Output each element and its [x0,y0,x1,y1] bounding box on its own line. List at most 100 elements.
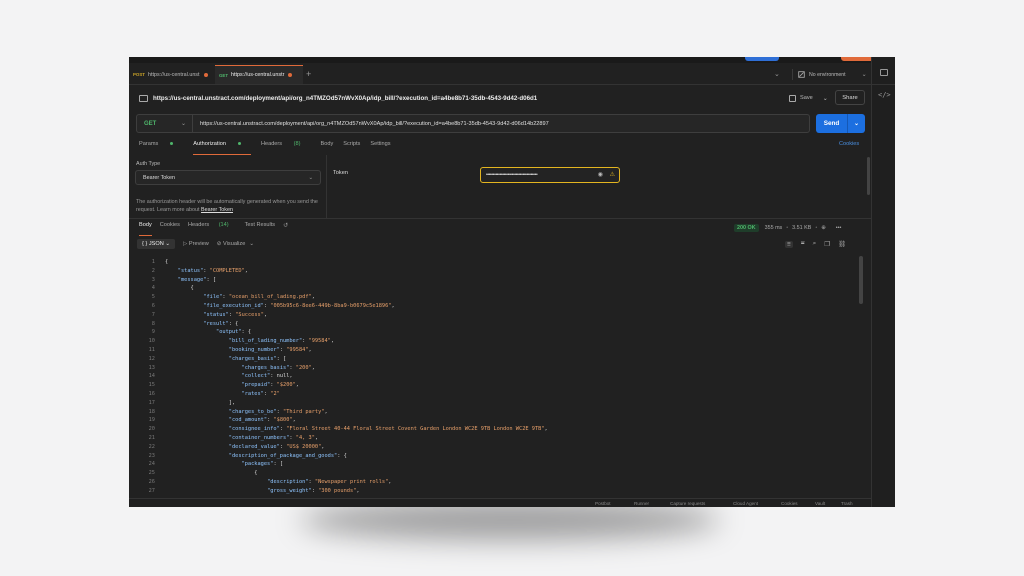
code-line: 3 "message": [ [129,276,865,285]
line-content: "output": { [216,329,252,336]
environment-quick-look-icon[interactable] [880,69,888,76]
line-content: { [165,470,258,477]
share-button[interactable]: Share [835,90,865,105]
code-line: 23 "description_of_package_and_goods": { [129,452,865,461]
copy-icon[interactable]: ❐ [824,240,830,248]
chevron-down-icon[interactable]: ⌄ [823,95,828,102]
link-icon[interactable]: ⛓ [838,240,846,248]
tab-response-body[interactable]: Body [139,222,152,236]
line-content: "collect": null, [241,373,293,380]
eye-icon[interactable]: ◉ [598,171,603,178]
chevron-down-icon[interactable]: ⌄ [774,70,780,78]
method-selector[interactable]: GET ⌄ [137,115,193,132]
line-content: "prepaid": "$200", [241,382,299,389]
visualize-button[interactable]: ⊘ Visualize [217,241,246,247]
line-content: "charges_basis": "200", [241,364,315,371]
line-content: "file_execution_id": "005b95c6-8ee6-449b… [203,303,395,309]
tab-authorization-label: Authorization [193,141,226,147]
tab-test-results[interactable]: Test Results [245,222,275,233]
line-number: 19 [148,417,155,424]
chevron-down-icon[interactable]: ⌄ [249,241,254,247]
footer-cloud-agent[interactable]: Cloud Agent [733,501,758,506]
tab-settings[interactable]: Settings [370,141,390,152]
save-label: Save [800,95,813,101]
environment-selector[interactable]: No environment ⌄ [792,69,867,80]
send-label[interactable]: Send [816,114,848,133]
send-button[interactable]: Send ⌄ [816,114,865,133]
footer-vault[interactable]: Vault [815,501,825,506]
auth-scrollbar[interactable] [867,157,870,195]
save-button[interactable]: Save ⌄ [789,92,828,104]
tab-scripts[interactable]: Scripts [343,141,360,152]
line-content: "rates": "2" [241,391,280,397]
footer-runner[interactable]: Runner [634,501,649,506]
visualize-label: Visualize [223,241,246,247]
top-blue-button[interactable] [745,57,779,61]
line-content: "booking_number": "99584", [228,347,312,353]
preview-button[interactable]: ▷ Preview [183,241,209,247]
token-input[interactable]: •••••••••••••••••••••••••••••••••••••• ◉… [480,167,620,183]
footer-postbot[interactable]: Postbot [595,501,611,506]
response-size[interactable]: 3.51 KB [792,225,811,231]
chevron-down-icon: ⌄ [861,72,867,78]
response-time[interactable]: 355 ms [765,225,783,231]
footer-cookies[interactable]: Cookies [781,501,798,506]
cookies-link[interactable]: Cookies [839,141,859,147]
tab-params[interactable]: Params [139,141,183,152]
tab-response-headers[interactable]: Headers (14) [188,222,237,233]
code-line: 17 ], [129,399,865,408]
line-number: 4 [151,285,155,292]
bearer-token-link[interactable]: Bearer Token [201,207,233,213]
status-dot [170,142,174,146]
footer-trash[interactable]: Trash [841,501,853,506]
headers-count: (8) [293,141,301,147]
filter-icon[interactable]: ⩸ [801,240,805,248]
url-bar: GET ⌄ https://us-central.unstract.com/de… [136,114,810,133]
line-number: 23 [148,452,155,459]
request-title-text[interactable]: https://us-central.unstract.com/deployme… [153,95,537,102]
top-strip [129,57,895,63]
code-icon[interactable]: </> [878,91,891,99]
footer-capture[interactable]: Capture requests [670,501,705,506]
line-number: 25 [148,470,155,477]
auth-type-select[interactable]: Bearer Token ⌄ [135,170,321,185]
line-number: 12 [148,355,155,362]
line-number: 7 [151,311,155,318]
tab-authorization[interactable]: Authorization [193,141,251,155]
response-scrollbar[interactable] [859,256,863,304]
tab-label: https://us-central.unst [147,71,200,78]
network-icon[interactable]: ⊕ [821,225,826,231]
tab-get-request[interactable]: GET https://us-central.unstr [215,65,303,84]
tab-post-request[interactable]: POST https://us-central.unst [129,65,213,84]
code-line: 25 { [129,469,865,478]
chevron-down-icon: ⌄ [308,174,313,181]
new-tab-icon[interactable]: + [306,69,311,79]
warning-icon[interactable]: ⚠ [610,171,615,178]
tab-headers[interactable]: Headers (8) [261,141,311,152]
line-content: { [165,259,169,265]
divider [872,84,895,85]
line-number: 13 [148,364,155,371]
history-icon[interactable]: ↺ [283,222,288,233]
line-number: 24 [148,461,155,468]
url-input[interactable]: https://us-central.unstract.com/deployme… [193,121,549,127]
tab-response-cookies[interactable]: Cookies [160,222,180,233]
response-body-code[interactable]: 1{2 "status": "COMPLETED", 3 "message": [… [129,254,865,497]
send-options-chevron-icon[interactable]: ⌄ [848,114,865,133]
more-options-icon[interactable]: ••• [836,225,842,231]
auth-type-panel: Auth Type Bearer Token ⌄ The authorizati… [129,155,327,218]
line-number: 8 [151,320,155,327]
line-content: "declared_value": "US$ 20000", [228,443,325,450]
tab-body[interactable]: Body [321,141,334,152]
format-row: { } JSON ⌄ ▷ Preview ⊘ Visualize ⌄ [137,238,254,250]
token-value: •••••••••••••••••••••••••••••••••••••• [486,172,538,178]
code-line: 1{ [129,258,865,267]
search-icon[interactable]: ⌕ [813,240,817,248]
status-badge[interactable]: 200 OK [734,223,759,232]
wrap-lines-icon[interactable]: ≡ [785,240,793,248]
tab-headers-label: Headers [260,141,283,147]
line-content: "description": "Newspaper print rolls", [267,479,392,485]
code-line: 21 "container_numbers": "4, 3", [129,434,865,443]
line-number: 18 [148,408,155,415]
format-selector[interactable]: { } JSON ⌄ [137,239,176,249]
